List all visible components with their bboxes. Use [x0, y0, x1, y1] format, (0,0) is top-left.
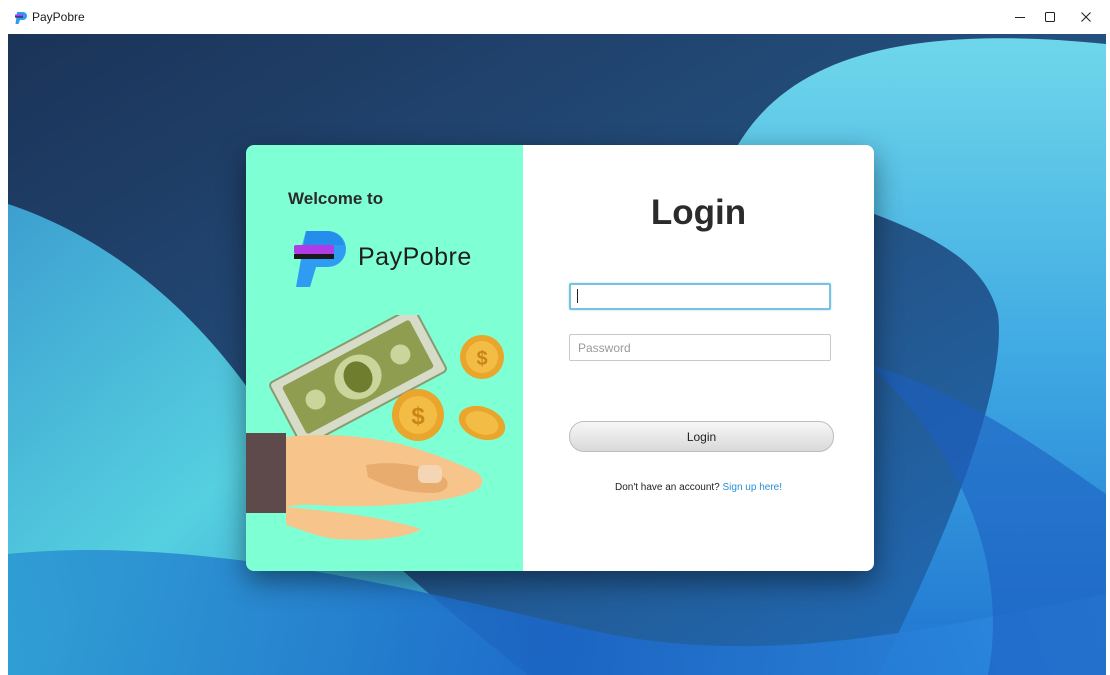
welcome-text: Welcome to	[288, 189, 384, 208]
maximize-icon	[1045, 12, 1055, 22]
login-panel: Login Login Don't have an account? Sign …	[523, 145, 874, 571]
hand-with-money-illustration: $ $	[246, 315, 506, 540]
signup-prompt: Don't have an account?	[614, 482, 720, 493]
login-card: Welcome to PayPobre $ $ Login Login Don'…	[246, 145, 874, 571]
close-icon	[1081, 12, 1091, 22]
window-title: PayPobre	[32, 10, 85, 24]
svg-text:$: $	[476, 348, 487, 370]
desktop-background: Welcome to PayPobre $ $ Login Login Don'…	[8, 34, 1106, 675]
close-button[interactable]	[1068, 0, 1104, 34]
login-title: Login	[650, 193, 747, 232]
signup-row: Don't have an account? Sign up here!	[523, 482, 874, 493]
brand-name: PayPobre	[358, 243, 472, 271]
login-button[interactable]: Login	[569, 421, 834, 452]
paypobre-app-icon	[15, 12, 27, 24]
welcome-panel: Welcome to PayPobre $ $	[246, 145, 523, 571]
maximize-button[interactable]	[1032, 0, 1068, 34]
paypobre-logo-icon	[294, 231, 346, 287]
svg-text:$: $	[411, 403, 425, 430]
signup-link[interactable]: Sign up here!	[723, 482, 783, 493]
username-input[interactable]	[569, 283, 831, 310]
text-caret	[577, 289, 578, 303]
minimize-icon	[1015, 17, 1025, 18]
window-titlebar: PayPobre	[0, 0, 1110, 34]
password-input[interactable]	[569, 334, 831, 361]
